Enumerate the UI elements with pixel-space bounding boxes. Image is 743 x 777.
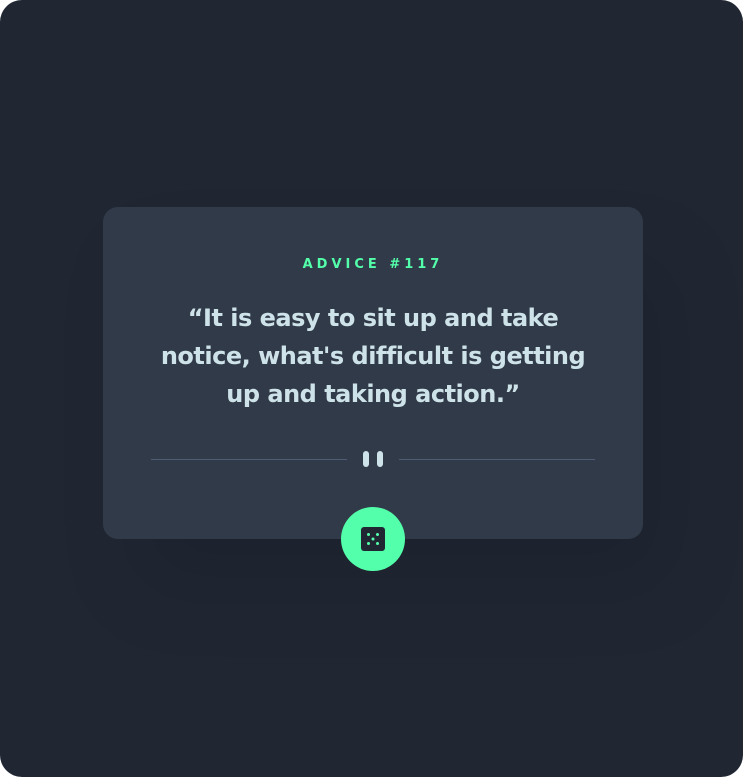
divider — [151, 450, 595, 468]
pause-icon — [363, 450, 383, 468]
new-advice-button[interactable] — [341, 507, 405, 571]
advice-title: ADVICE #117 — [302, 257, 444, 272]
divider-line-right — [399, 459, 595, 460]
dice-icon — [361, 527, 385, 551]
advice-card: ADVICE #117 “It is easy to sit up and ta… — [103, 207, 643, 539]
advice-quote: “It is easy to sit up and take notice, w… — [160, 304, 586, 408]
divider-line-left — [151, 459, 347, 460]
app-background: ADVICE #117 “It is easy to sit up and ta… — [0, 0, 743, 777]
